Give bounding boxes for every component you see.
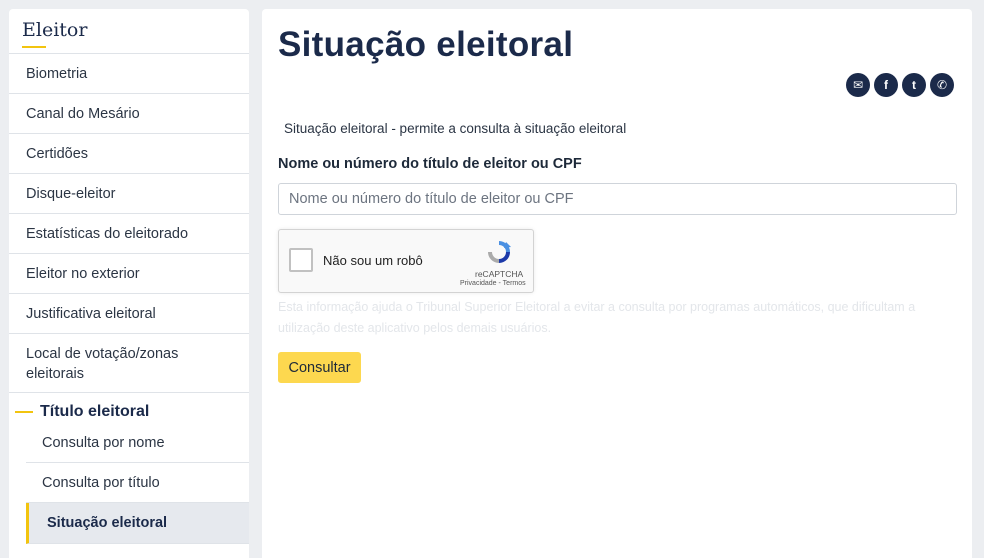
sidebar-title: Eleitor — [22, 19, 88, 41]
search-field-label: Nome ou número do título de eleitor ou C… — [278, 156, 582, 172]
sidebar-group-label: Título eleitoral — [40, 403, 150, 420]
sidebar-subitem-situacao-eleitoral[interactable]: Situação eleitoral — [26, 503, 249, 544]
consultar-button[interactable]: Consultar — [278, 352, 361, 383]
share-buttons: ✉ f t ✆ — [846, 73, 954, 97]
whatsapp-icon[interactable]: ✆ — [930, 73, 954, 97]
sidebar-header: Eleitor — [9, 9, 249, 54]
twitter-icon[interactable]: t — [902, 73, 926, 97]
sidebar-item-certidoes[interactable]: Certidões — [9, 134, 249, 174]
recaptcha-brand: reCAPTCHA — [475, 269, 524, 279]
group-dash — [15, 411, 33, 413]
sidebar-item-biometria[interactable]: Biometria — [9, 54, 249, 94]
page-description: Situação eleitoral - permite a consulta … — [284, 121, 627, 136]
facebook-icon[interactable]: f — [874, 73, 898, 97]
sidebar-item-canal-mesario[interactable]: Canal do Mesário — [9, 94, 249, 134]
sidebar-subitem-consulta-nome[interactable]: Consulta por nome — [26, 423, 249, 463]
envelope-icon[interactable]: ✉ — [846, 73, 870, 97]
recaptcha-links[interactable]: Privacidade - Termos — [460, 280, 526, 287]
recaptcha-label: Não sou um robô — [323, 253, 423, 268]
sidebar-item-justificativa[interactable]: Justificativa eleitoral — [9, 294, 249, 334]
search-input[interactable] — [278, 183, 957, 215]
sidebar-item-disque-eleitor[interactable]: Disque-eleitor — [9, 174, 249, 214]
recaptcha-logo-icon — [488, 241, 511, 263]
recaptcha-checkbox[interactable] — [289, 248, 313, 272]
sidebar-item-eleitor-exterior[interactable]: Eleitor no exterior — [9, 254, 249, 294]
sidebar-subitem-consulta-titulo[interactable]: Consulta por título — [26, 463, 249, 503]
recaptcha-widget: Não sou um robô reCAPTCHA Privacidade - … — [278, 229, 534, 293]
page-title: Situação eleitoral — [278, 25, 574, 64]
sidebar-item-local-votacao[interactable]: Local de votação/zonas eleitorais — [9, 334, 249, 393]
sidebar-group-titulo-eleitoral[interactable]: Título eleitoral — [9, 393, 249, 423]
sidebar-item-estatisticas[interactable]: Estatísticas do eleitorado — [9, 214, 249, 254]
title-underline — [22, 46, 46, 48]
sidebar: Eleitor Biometria Canal do Mesário Certi… — [9, 9, 249, 558]
captcha-hint: Esta informação ajuda o Tribunal Superio… — [278, 300, 916, 335]
main-panel: Situação eleitoral ✉ f t ✆ Situação elei… — [262, 9, 972, 558]
